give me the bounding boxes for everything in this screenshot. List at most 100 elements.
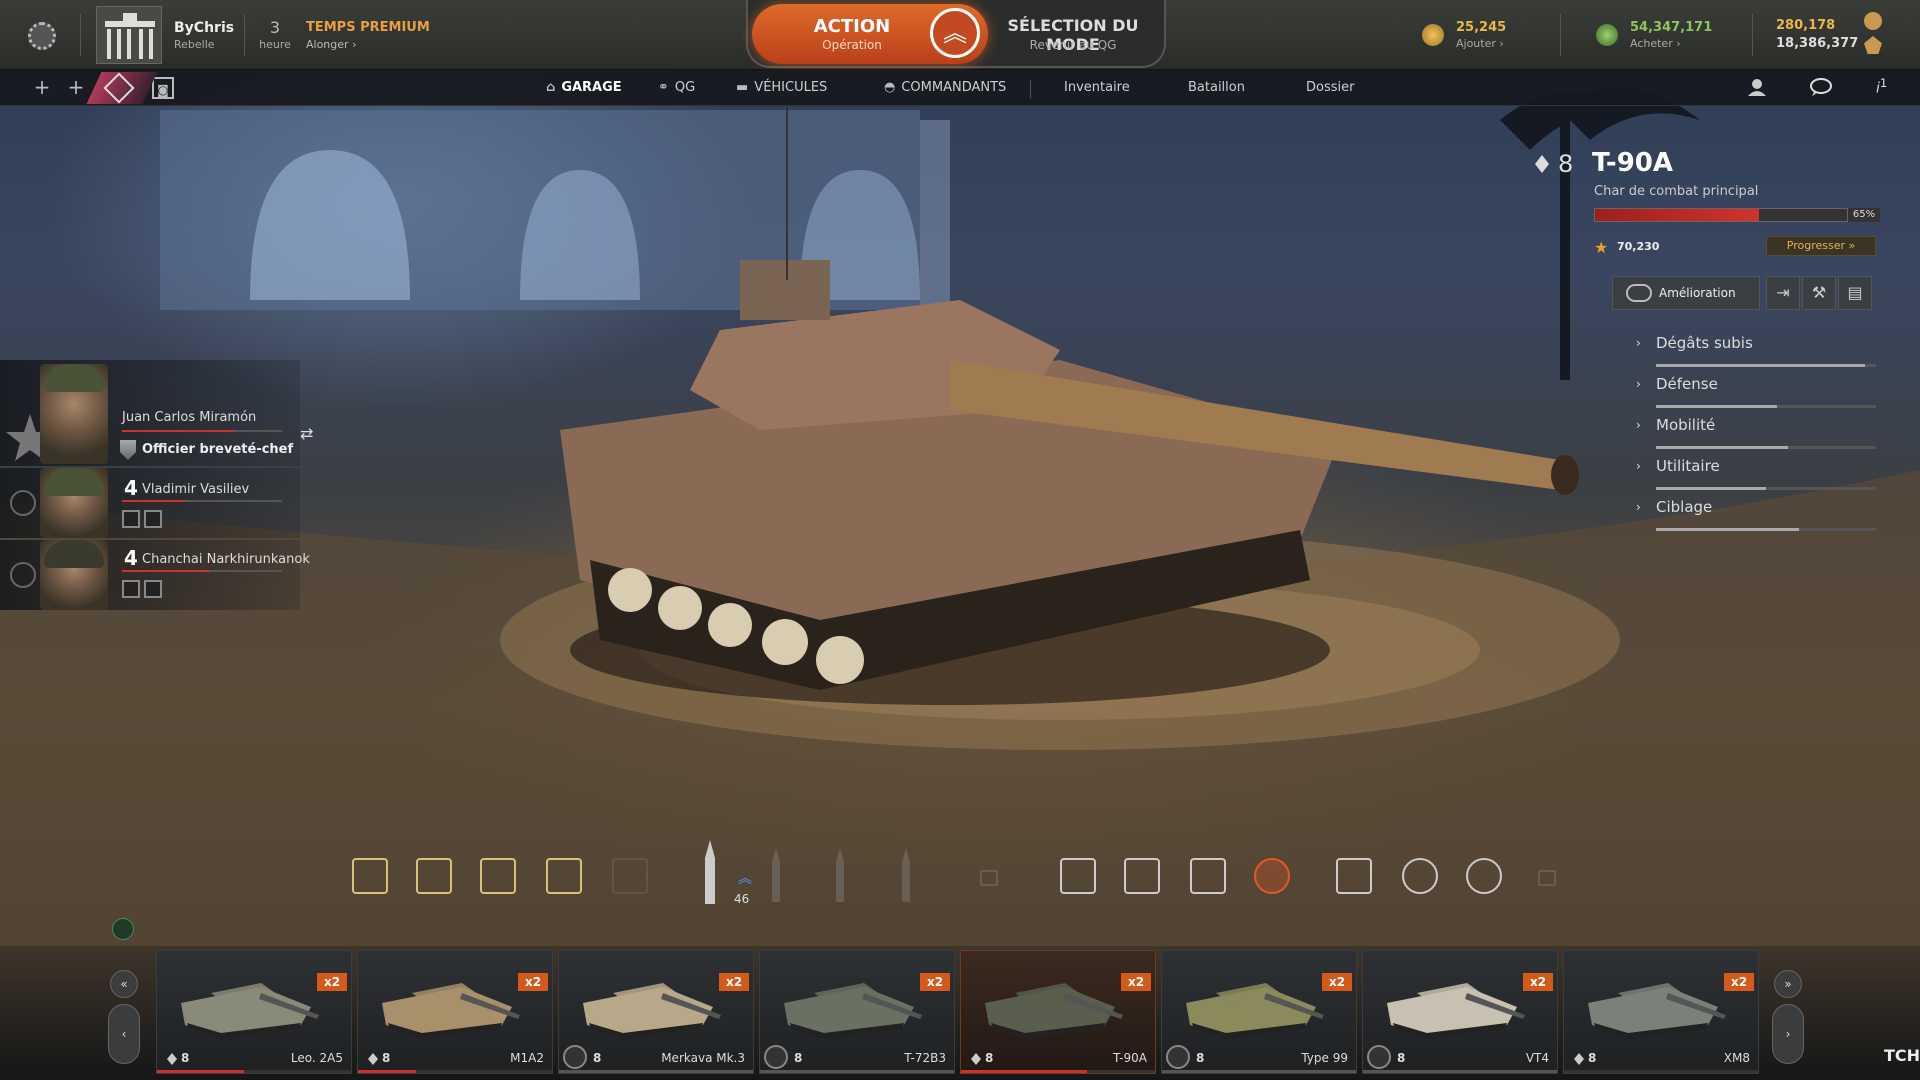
- stat-label: Ciblage: [1656, 498, 1713, 516]
- chevron-right-icon: ›: [1636, 336, 1641, 350]
- carousel-first-button[interactable]: «: [110, 970, 138, 998]
- crew-skill-slot[interactable]: [478, 856, 518, 896]
- premium-title[interactable]: TEMPS PREMIUM: [306, 20, 430, 35]
- notifications-info-icon[interactable]: i1: [1876, 76, 1887, 97]
- exit-vehicle-icon[interactable]: ⇥: [1766, 276, 1800, 310]
- equipment-slot[interactable]: [1122, 856, 1162, 896]
- add-icon[interactable]: +: [30, 76, 54, 100]
- helmet-icon: ◓: [884, 80, 896, 95]
- vehicle-card[interactable]: x2 8 Merkava Mk.3: [558, 950, 754, 1074]
- equipment-slot[interactable]: [1252, 856, 1292, 896]
- skill-slot[interactable]: [122, 580, 140, 598]
- equipment-slot[interactable]: [1058, 856, 1098, 896]
- settings-gear-icon[interactable]: [28, 22, 56, 50]
- divider: [80, 14, 81, 56]
- skill-slot[interactable]: [122, 510, 140, 528]
- vehicle-card[interactable]: x2 8 XM8: [1563, 950, 1759, 1074]
- commander-skill-icon: [352, 858, 388, 894]
- player-emblem-icon[interactable]: [96, 6, 162, 64]
- vehicle-progress-fill: [1595, 209, 1759, 221]
- tab-garage[interactable]: ⌂ GARAGE: [546, 70, 622, 106]
- medal-icon[interactable]: [1864, 12, 1882, 30]
- profile-icon[interactable]: [1748, 78, 1766, 96]
- swap-icon[interactable]: ⇄: [300, 424, 313, 443]
- gold-add-link[interactable]: Ajouter ›: [1456, 37, 1504, 50]
- lock-icon: [980, 856, 1008, 896]
- skill-slot[interactable]: [144, 510, 162, 528]
- vehicle-card[interactable]: x2 8 T-72B3: [759, 950, 955, 1074]
- gold-add-label: Ajouter: [1456, 37, 1496, 50]
- document-icon[interactable]: ▤: [1838, 276, 1872, 310]
- stat-row[interactable]: › Défense: [1636, 371, 1876, 411]
- card-progress-bar: [760, 1070, 954, 1073]
- free-xp-value: 280,178: [1776, 18, 1836, 33]
- shell-empty-icon[interactable]: [832, 848, 848, 904]
- progress-button-label: Progresser: [1786, 239, 1845, 252]
- camera-icon[interactable]: ◙: [152, 77, 174, 99]
- crate-icon: [1190, 858, 1226, 894]
- rank-chevrons-icon[interactable]: ︽: [930, 8, 980, 58]
- vehicle-card[interactable]: x2 8 Leo. 2A5: [156, 950, 352, 1074]
- extinguisher-icon: [1124, 858, 1160, 894]
- stat-bar: [1656, 405, 1876, 408]
- stat-label: Dégâts subis: [1656, 334, 1753, 352]
- progress-button[interactable]: Progresser »: [1766, 236, 1876, 256]
- player-status: Rebelle: [174, 38, 215, 51]
- consumable-slot[interactable]: [1464, 856, 1504, 896]
- vehicle-card[interactable]: x2 8 T-90A: [960, 950, 1156, 1074]
- vehicle-card[interactable]: x2 8 Type 99: [1161, 950, 1357, 1074]
- credits-buy-label: Acheter: [1630, 37, 1673, 50]
- tab-inventory[interactable]: Inventaire: [1064, 70, 1130, 106]
- tab-dossier[interactable]: Dossier: [1306, 70, 1354, 106]
- vehicle-card[interactable]: x2 8 M1A2: [357, 950, 553, 1074]
- rank-insignia-icon[interactable]: [1864, 36, 1882, 54]
- carousel-last-button[interactable]: »: [1774, 970, 1802, 998]
- action-button-mode: Opération: [822, 38, 882, 52]
- chat-icon[interactable]: [1810, 78, 1832, 96]
- card-vehicle-name: T-90A: [1112, 1051, 1147, 1065]
- divider: [244, 14, 245, 56]
- carousel-next-button[interactable]: ›: [1772, 1004, 1804, 1064]
- credits-buy-link[interactable]: Acheter ›: [1630, 37, 1681, 50]
- gunner-skill-icon: [546, 858, 582, 894]
- consumable-slot[interactable]: [1334, 856, 1374, 896]
- equipment-slot[interactable]: [1188, 856, 1228, 896]
- loader-skill-icon: [480, 858, 516, 894]
- card-progress-fill: [358, 1070, 417, 1073]
- hammer-icon[interactable]: ⚒: [1802, 276, 1836, 310]
- tab-battalion[interactable]: Bataillon: [1188, 70, 1245, 106]
- card-progress-fill: [157, 1070, 245, 1073]
- card-tier: 8: [1588, 1051, 1597, 1065]
- hq-nodes-icon: ⚭: [658, 80, 669, 95]
- carousel-prev-button[interactable]: ‹: [108, 1004, 140, 1064]
- shell-empty-icon[interactable]: [768, 848, 784, 904]
- consumable-slot[interactable]: [1400, 856, 1440, 896]
- shell-ap-icon[interactable]: [696, 840, 724, 906]
- skill-slot[interactable]: [144, 580, 162, 598]
- crew-skill-slot-empty[interactable]: [610, 856, 650, 896]
- tab-commanders[interactable]: ◓ COMMANDANTS: [884, 70, 1006, 106]
- vehicle-card[interactable]: x2 8 VT4: [1362, 950, 1558, 1074]
- stat-row[interactable]: › Dégâts subis: [1636, 330, 1876, 370]
- crew-skill-slot[interactable]: [414, 856, 454, 896]
- xp-multiplier-badge: x2: [1724, 973, 1754, 991]
- tab-vehicles[interactable]: ▬ VÉHICULES: [736, 70, 827, 106]
- player-name[interactable]: ByChris: [174, 20, 234, 36]
- divider: [1560, 14, 1561, 56]
- add-icon[interactable]: +: [64, 76, 88, 100]
- stat-row[interactable]: › Ciblage: [1636, 494, 1876, 534]
- crew-skill-slot[interactable]: [544, 856, 584, 896]
- action-button-label: ACTION: [813, 16, 891, 37]
- divider: [1752, 14, 1753, 56]
- stat-row[interactable]: › Utilitaire: [1636, 453, 1876, 493]
- return-to-hq-link[interactable]: Revenir au QG: [998, 38, 1148, 52]
- card-progress-fill: [1363, 1070, 1557, 1073]
- elite-emblem-icon: [764, 1045, 788, 1069]
- filter-icon[interactable]: [112, 918, 134, 940]
- crew-slot-gunner[interactable]: [0, 540, 300, 610]
- stat-row[interactable]: › Mobilité: [1636, 412, 1876, 452]
- shell-empty-icon[interactable]: [898, 848, 914, 904]
- crew-skill-slot[interactable]: [350, 856, 390, 896]
- tab-hq[interactable]: ⚭ QG: [658, 70, 695, 106]
- premium-extend-link[interactable]: Alonger ›: [306, 38, 356, 51]
